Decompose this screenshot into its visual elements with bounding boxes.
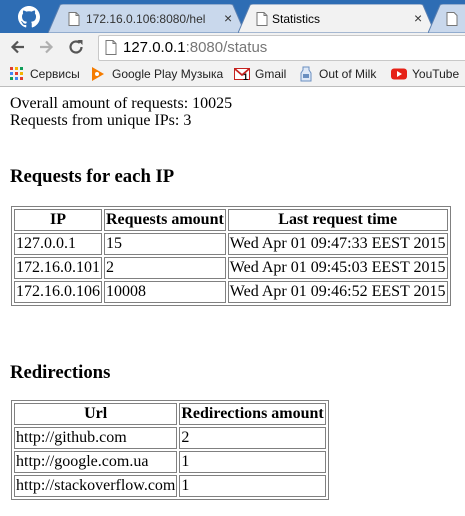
redirections-amount-cell: 1: [179, 451, 326, 473]
table-row: http://github.com 2: [14, 427, 326, 449]
page-content: Overall amount of requests: 10025 Reques…: [10, 95, 465, 500]
last-request-time-cell: Wed Apr 01 09:47:33 EEST 2015: [227, 233, 448, 255]
back-arrow-icon[interactable]: [8, 37, 28, 57]
out-of-milk-icon: [300, 66, 312, 82]
table-row: 127.0.0.1 15 Wed Apr 01 09:47:33 EEST 20…: [14, 233, 448, 255]
bookmark-label: Out of Milk: [319, 67, 377, 81]
redirections-amount-cell: 1: [179, 475, 326, 497]
requests-amount-cell: 15: [104, 233, 226, 255]
column-header: Requests amount: [104, 209, 226, 231]
requests-heading: Requests for each IP: [10, 166, 175, 187]
last-request-time-cell: Wed Apr 01 09:46:52 EEST 2015: [227, 281, 448, 303]
overall-requests-text: Overall amount of requests: 10025: [10, 95, 233, 112]
redirections-amount-cell: 2: [179, 427, 326, 449]
gmail-badge: 1: [243, 72, 249, 82]
tab-title: Statistics: [272, 12, 321, 26]
address-bar[interactable]: 127.0.0.1:8080/status: [98, 35, 465, 61]
column-header: Redirections amount: [179, 403, 326, 425]
bookmark-label: Сервисы: [30, 67, 80, 81]
ip-cell: 172.16.0.106: [14, 281, 102, 303]
redirections-heading: Redirections: [10, 362, 111, 383]
apps-grid-icon: [10, 67, 23, 80]
table-header-row: Url Redirections amount: [14, 403, 326, 425]
bookmark-label: Gmail: [255, 67, 287, 81]
unique-ips-text: Requests from unique IPs: 3: [10, 112, 192, 129]
ip-cell: 172.16.0.101: [14, 257, 102, 279]
url-cell: http://github.com: [14, 427, 178, 449]
tab-statistics[interactable]: Statistics ×: [238, 4, 438, 33]
table-row: 172.16.0.101 2 Wed Apr 01 09:45:03 EEST …: [14, 257, 448, 279]
requests-amount-cell: 10008: [104, 281, 226, 303]
table-row: 172.16.0.106 10008 Wed Apr 01 09:46:52 E…: [14, 281, 448, 303]
close-tab-icon[interactable]: ×: [414, 11, 422, 25]
requests-table: IP Requests amount Last request time 127…: [11, 206, 451, 306]
column-header: Url: [14, 403, 178, 425]
last-request-time-cell: Wed Apr 01 09:45:03 EEST 2015: [227, 257, 448, 279]
play-music-icon: [92, 67, 104, 81]
page-info-icon[interactable]: [105, 40, 117, 55]
tab-hello[interactable]: 172.16.0.106:8080/hello ×: [48, 4, 248, 33]
table-header-row: IP Requests amount Last request time: [14, 209, 448, 231]
url-host: 127.0.0.1: [123, 39, 186, 56]
forward-arrow-icon[interactable]: [36, 37, 56, 57]
url-text: 127.0.0.1:8080/status: [123, 39, 267, 56]
requests-amount-cell: 2: [104, 257, 226, 279]
ip-cell: 127.0.0.1: [14, 233, 102, 255]
page-icon: [446, 12, 458, 26]
tab-title: 172.16.0.106:8080/hello: [86, 12, 206, 26]
url-cell: http://google.com.ua: [14, 451, 178, 473]
youtube-icon: [391, 68, 407, 80]
bookmarks-bar: Сервисы Google Play Музыка 1 Gmail Out o…: [0, 61, 465, 87]
reload-icon[interactable]: [66, 37, 86, 57]
column-header: IP: [14, 209, 102, 231]
bookmark-label: YouTube: [412, 67, 460, 81]
table-row: http://stackoverflow.com 1: [14, 475, 326, 497]
new-tab-button[interactable]: [428, 4, 465, 33]
url-path: :8080/status: [185, 39, 268, 56]
browser-toolbar: 127.0.0.1:8080/status: [0, 33, 465, 61]
url-cell: http://stackoverflow.com: [14, 475, 178, 497]
column-header: Last request time: [227, 209, 448, 231]
bookmark-label: Google Play Музыка: [112, 67, 224, 81]
table-row: http://google.com.ua 1: [14, 451, 326, 473]
close-tab-icon[interactable]: ×: [224, 11, 232, 25]
page-icon: [256, 12, 268, 26]
github-icon[interactable]: [18, 6, 40, 28]
page-icon: [68, 12, 80, 26]
redirections-table: Url Redirections amount http://github.co…: [11, 400, 329, 500]
tab-strip: 172.16.0.106:8080/hello × Statistics ×: [0, 0, 465, 33]
